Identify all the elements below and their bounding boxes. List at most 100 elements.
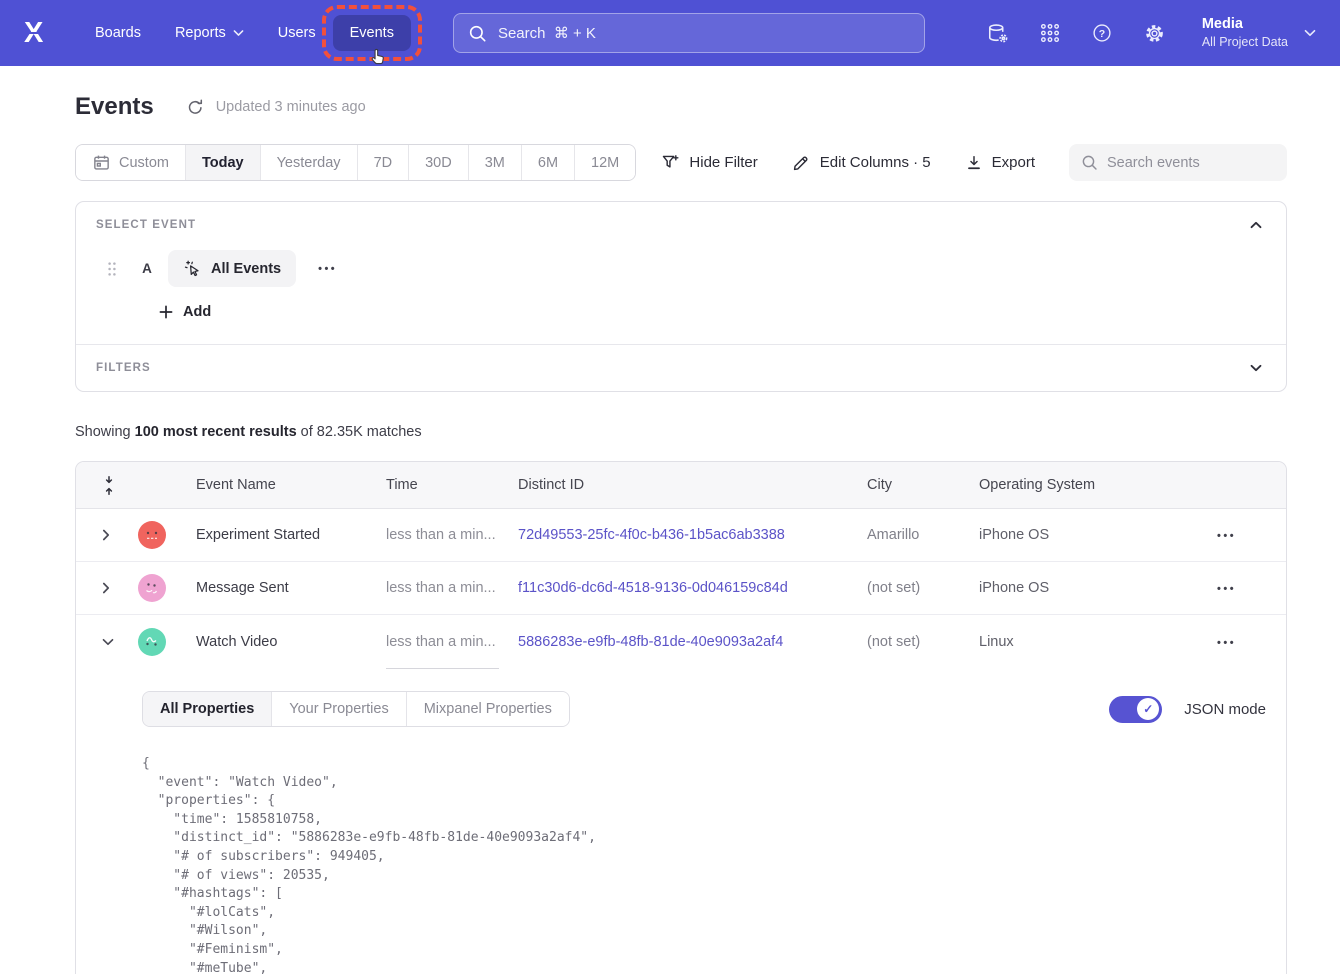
event-name: Watch Video — [196, 634, 386, 650]
event-time: less than a min... — [386, 580, 518, 596]
chevron-down-icon — [233, 29, 244, 37]
event-name: Experiment Started — [196, 527, 386, 543]
col-time: Time — [386, 477, 518, 493]
plus-icon — [159, 305, 173, 319]
nav-item-users[interactable]: Users — [261, 15, 333, 51]
chevron-right-icon[interactable] — [76, 582, 126, 594]
svg-text:?: ? — [1099, 28, 1105, 40]
distinct-id-link[interactable]: 72d49553-25fc-4f0c-b436-1b5ac6ab3388 — [518, 527, 867, 543]
title-row: Events Updated 3 minutes ago — [75, 93, 1287, 121]
event-details-panel: All Properties Your Properties Mixpanel … — [76, 668, 1286, 974]
drag-handle-icon[interactable] — [107, 261, 117, 277]
magic-cursor-icon — [183, 259, 202, 278]
navbar-right-cluster: ? Media All Project Data — [986, 15, 1316, 51]
export-button[interactable]: Export — [965, 154, 1035, 172]
global-search-input[interactable] — [498, 25, 910, 42]
mixpanel-logo[interactable]: X — [24, 19, 54, 47]
event-row-options-icon[interactable]: ••• — [314, 259, 341, 279]
help-icon[interactable]: ? — [1091, 22, 1113, 44]
date-range-12m[interactable]: 12M — [574, 145, 635, 180]
table-row-expanded[interactable]: Watch Video less than a min... 5886283e-… — [76, 615, 1286, 668]
event-name: Message Sent — [196, 580, 386, 596]
refresh-icon[interactable] — [186, 98, 205, 117]
chevron-down-icon — [1304, 29, 1316, 37]
toolbar-right: Hide Filter Edit Columns · 5 — [661, 144, 1287, 181]
project-name: Media — [1202, 15, 1288, 34]
table-row[interactable]: Experiment Started less than a min... 72… — [76, 509, 1286, 562]
table-header: Event Name Time Distinct ID City Operati… — [76, 462, 1286, 509]
check-icon: ✓ — [1137, 698, 1159, 720]
main-content: Events Updated 3 minutes ago Custom — [0, 93, 1340, 974]
col-distinct-id: Distinct ID — [518, 477, 867, 493]
event-os: Linux — [979, 634, 1193, 650]
table-row[interactable]: Message Sent less than a min... f11c30d6… — [76, 562, 1286, 615]
search-icon — [468, 24, 487, 43]
page-title: Events — [75, 93, 154, 121]
filters-label: FILTERS — [96, 362, 151, 374]
search-events-input[interactable] — [1107, 155, 1275, 171]
hand-pointer-cursor — [367, 46, 388, 68]
date-range-custom[interactable]: Custom — [76, 145, 185, 180]
pencil-icon — [792, 153, 811, 172]
project-switcher[interactable]: Media All Project Data — [1202, 15, 1316, 51]
distinct-id-link[interactable]: 5886283e-e9fb-48fb-81de-40e9093a2af4 — [518, 634, 867, 650]
tab-your-properties[interactable]: Your Properties — [271, 692, 405, 726]
all-events-label: All Events — [211, 261, 281, 277]
date-range-yesterday[interactable]: Yesterday — [260, 145, 357, 180]
json-mode-control: ✓ JSON mode — [1109, 696, 1266, 723]
event-time: less than a min... — [386, 527, 518, 543]
event-city: (not set) — [867, 634, 979, 650]
nav-item-events[interactable]: Events — [333, 15, 411, 51]
tab-all-properties[interactable]: All Properties — [143, 692, 271, 726]
event-time: less than a min... — [386, 634, 518, 650]
col-os: Operating System — [979, 477, 1193, 493]
date-range-control: Custom Today Yesterday 7D 30D 3M 6M 12M — [75, 144, 636, 181]
date-range-today[interactable]: Today — [185, 145, 260, 180]
event-avatar — [138, 628, 166, 656]
hide-filter-button[interactable]: Hide Filter — [661, 153, 757, 172]
edit-columns-button[interactable]: Edit Columns · 5 — [792, 153, 931, 172]
json-mode-toggle[interactable]: ✓ — [1109, 696, 1162, 723]
col-event-name: Event Name — [196, 477, 386, 493]
select-event-label: SELECT EVENT — [96, 219, 196, 231]
date-range-7d[interactable]: 7D — [357, 145, 409, 180]
nav-menu: Boards Reports Users Events — [78, 15, 411, 51]
date-range-30d[interactable]: 30D — [408, 145, 468, 180]
toolbar: Custom Today Yesterday 7D 30D 3M 6M 12M … — [75, 144, 1287, 181]
search-icon — [1081, 154, 1098, 171]
chevron-down-icon[interactable] — [76, 638, 126, 646]
distinct-id-link[interactable]: f11c30d6-dc6d-4518-9136-0d046159c84d — [518, 580, 867, 596]
event-query-row: A All Events ••• — [96, 250, 1266, 287]
event-avatar — [138, 521, 166, 549]
nav-item-reports[interactable]: Reports — [158, 15, 261, 51]
filters-section: FILTERS — [76, 345, 1286, 391]
global-search — [453, 13, 925, 53]
nav-item-boards[interactable]: Boards — [78, 15, 158, 51]
events-table: Event Name Time Distinct ID City Operati… — [75, 461, 1287, 974]
last-updated-text: Updated 3 minutes ago — [216, 99, 366, 115]
chevron-right-icon[interactable] — [76, 529, 126, 541]
apps-grid-icon[interactable] — [1039, 22, 1061, 44]
all-events-selector[interactable]: All Events — [168, 250, 296, 287]
settings-gear-icon[interactable] — [1143, 22, 1166, 45]
event-city: Amarillo — [867, 527, 979, 543]
row-options-icon[interactable]: ••• — [1213, 579, 1240, 599]
select-event-section: SELECT EVENT A — [76, 202, 1286, 344]
date-range-3m[interactable]: 3M — [468, 145, 521, 180]
row-options-icon[interactable]: ••• — [1213, 633, 1240, 653]
sort-arrows-icon[interactable] — [76, 475, 126, 496]
data-sources-icon[interactable] — [986, 22, 1009, 45]
date-range-6m[interactable]: 6M — [521, 145, 574, 180]
tab-mixpanel-properties[interactable]: Mixpanel Properties — [406, 692, 569, 726]
download-icon — [965, 154, 983, 172]
row-options-icon[interactable]: ••• — [1213, 526, 1240, 546]
json-mode-label: JSON mode — [1184, 701, 1266, 718]
results-summary: Showing 100 most recent results of 82.35… — [75, 424, 1287, 440]
results-count: 100 most recent results — [135, 424, 297, 440]
calendar-icon — [92, 153, 111, 172]
chevron-down-icon[interactable] — [1246, 362, 1266, 374]
top-navbar: X Boards Reports Users Events — [0, 0, 1340, 66]
chevron-up-icon[interactable] — [1246, 219, 1266, 231]
add-event-button[interactable]: Add — [96, 304, 1266, 320]
funnel-plus-icon — [661, 153, 680, 172]
